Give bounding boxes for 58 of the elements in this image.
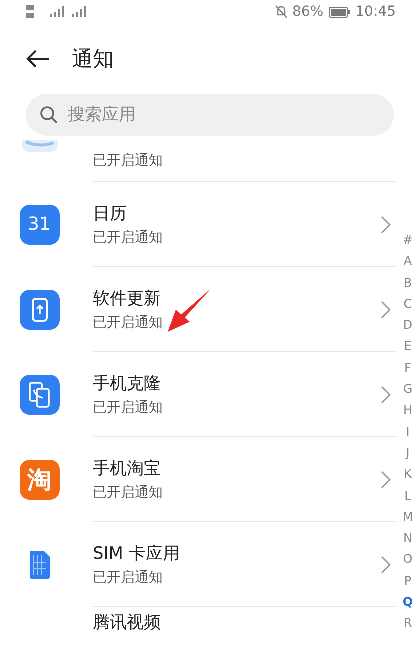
index-letter[interactable]: K xyxy=(404,464,412,486)
phones-icon[interactable] xyxy=(20,374,60,414)
app-name: 软件更新 xyxy=(93,288,162,310)
index-letter[interactable]: E xyxy=(404,336,412,358)
index-letter[interactable]: I xyxy=(406,422,410,443)
chevron-icon xyxy=(381,556,391,574)
index-letter[interactable]: A xyxy=(404,251,412,273)
search-bar[interactable]: 搜索应用 xyxy=(26,94,394,136)
app-row[interactable]: 已开启通知 xyxy=(0,140,396,182)
shopping-app-icon[interactable]: 淘 xyxy=(20,460,60,500)
app-name: 腾讯视频 xyxy=(93,612,162,634)
chevron-icon xyxy=(381,470,391,488)
search-icon xyxy=(40,106,58,124)
sim-card-icon[interactable] xyxy=(28,550,50,578)
notification-status: 已开启通知 xyxy=(93,314,164,332)
index-letter[interactable]: H xyxy=(403,400,413,422)
bell-off-icon xyxy=(274,5,288,19)
app-name: 手机淘宝 xyxy=(93,458,162,480)
chevron-icon xyxy=(381,300,391,318)
notification-status: 已开启通知 xyxy=(93,484,164,502)
index-letter[interactable]: B xyxy=(404,272,412,294)
index-letter[interactable]: R xyxy=(404,613,412,635)
app-row[interactable]: 手机克隆 已开启通知 xyxy=(0,352,396,437)
index-letter[interactable]: Q xyxy=(402,592,414,614)
app-row[interactable]: 淘 手机淘宝 已开启通知 xyxy=(0,437,396,522)
index-letter[interactable]: L xyxy=(404,486,412,507)
index-letter[interactable]: P xyxy=(404,570,412,592)
notification-status: 已开启通知 xyxy=(93,152,164,170)
index-letter[interactable]: N xyxy=(404,528,412,550)
chevron-icon xyxy=(381,386,391,404)
index-letter[interactable]: O xyxy=(403,549,413,571)
battery-icon xyxy=(328,6,351,18)
index-letter[interactable]: C xyxy=(404,294,412,316)
app-name: 日历 xyxy=(93,202,128,224)
index-letter[interactable]: F xyxy=(404,358,412,380)
calendar-icon[interactable]: 31 xyxy=(20,204,60,244)
notification-status: 已开启通知 xyxy=(93,568,164,586)
notification-status: 已开启通知 xyxy=(93,228,164,246)
battery-percent: 86% xyxy=(292,4,324,20)
clock-time: 10:45 xyxy=(356,4,396,20)
index-letter[interactable]: # xyxy=(402,230,414,252)
index-letter[interactable]: G xyxy=(403,379,413,400)
app-row[interactable]: 31 日历 已开启通知 xyxy=(0,182,396,267)
index-letter[interactable]: J xyxy=(406,442,410,464)
notification-status: 已开启通知 xyxy=(93,398,164,416)
index-letter[interactable]: D xyxy=(403,315,413,336)
phone-upload-icon[interactable] xyxy=(20,290,60,330)
search-field[interactable]: 搜索应用 xyxy=(66,104,394,126)
app-row[interactable]: SIM 卡应用 已开启通知 xyxy=(0,522,396,607)
app-name: 手机克隆 xyxy=(93,372,162,394)
app-icon xyxy=(20,140,60,154)
annotation-arrow xyxy=(166,286,214,334)
index-letter[interactable]: M xyxy=(402,506,414,528)
back-arrow-icon[interactable] xyxy=(26,49,50,69)
page-title: 通知 xyxy=(72,46,114,73)
app-name: SIM 卡应用 xyxy=(93,542,181,564)
app-row[interactable]: 腾讯视频 xyxy=(0,607,396,637)
chevron-icon xyxy=(381,216,391,234)
